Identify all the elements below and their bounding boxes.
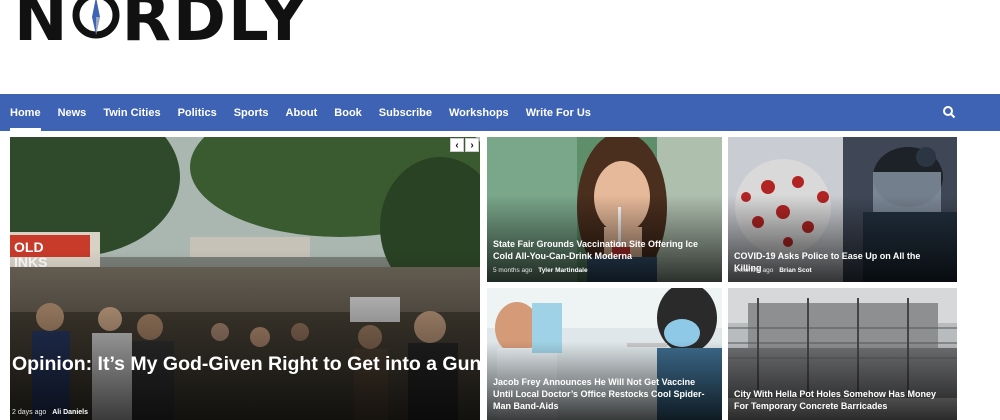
main-nav: Home News Twin Cities Politics Sports Ab… xyxy=(0,94,1000,131)
article-card[interactable]: City With Hella Pot Holes Somehow Has Mo… xyxy=(728,288,957,420)
search-icon[interactable] xyxy=(942,105,956,119)
article-time: 5 months ago xyxy=(493,267,533,274)
chevron-right-icon: › xyxy=(470,139,474,151)
hero-meta: 2 days ago Ali Daniels xyxy=(12,409,88,416)
article-meta: 5 months ago Brian Scot xyxy=(734,267,812,274)
slider-prev-button[interactable]: ‹ xyxy=(450,138,464,152)
nav-item-sports[interactable]: Sports xyxy=(234,94,269,131)
nav-item-politics[interactable]: Politics xyxy=(178,94,217,131)
site-logo[interactable]: N RDLY xyxy=(14,0,310,56)
nav-item-news[interactable]: News xyxy=(58,94,87,131)
hero-time: 2 days ago xyxy=(12,409,47,416)
article-card[interactable]: State Fair Grounds Vaccination Site Offe… xyxy=(487,137,722,282)
article-meta: 5 months ago Tyler Martindale xyxy=(493,267,588,274)
nav-item-home[interactable]: Home xyxy=(10,94,41,131)
nav-item-book[interactable]: Book xyxy=(334,94,362,131)
nav-item-about[interactable]: About xyxy=(286,94,318,131)
nav-item-subscribe[interactable]: Subscribe xyxy=(379,94,432,131)
compass-o-icon xyxy=(72,0,120,39)
article-title[interactable]: City With Hella Pot Holes Somehow Has Mo… xyxy=(734,388,949,412)
article-title[interactable]: Jacob Frey Announces He Will Not Get Vac… xyxy=(493,376,714,412)
article-title[interactable]: State Fair Grounds Vaccination Site Offe… xyxy=(493,238,714,262)
chevron-left-icon: ‹ xyxy=(455,139,459,151)
logo-text-left: N xyxy=(14,0,70,56)
article-card[interactable]: COVID-19 Asks Police to Ease Up on All t… xyxy=(728,137,957,282)
article-author[interactable]: Tyler Martindale xyxy=(538,267,587,274)
article-time: 5 months ago xyxy=(734,267,774,274)
nav-item-workshops[interactable]: Workshops xyxy=(449,94,509,131)
article-card[interactable]: Jacob Frey Announces He Will Not Get Vac… xyxy=(487,288,722,420)
article-author[interactable]: Brian Scot xyxy=(779,267,812,274)
logo-text-right: RDLY xyxy=(121,0,310,56)
hero-gradient xyxy=(10,250,480,420)
hero-card[interactable]: OLD INKS xyxy=(10,137,480,420)
hero-author[interactable]: Ali Daniels xyxy=(52,409,88,416)
page: N RDLY Home News Twin Cities Politics Sp… xyxy=(0,0,1000,420)
slider-next-button[interactable]: › xyxy=(465,138,479,152)
nav-item-twin-cities[interactable]: Twin Cities xyxy=(103,94,160,131)
nav-item-write-for-us[interactable]: Write For Us xyxy=(526,94,591,131)
